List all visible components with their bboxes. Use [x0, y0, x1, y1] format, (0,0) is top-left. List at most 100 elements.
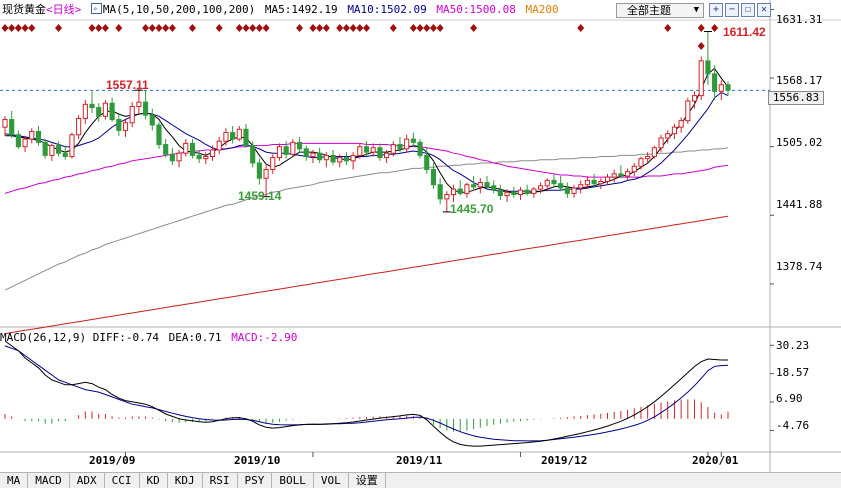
tab-ma[interactable]: MA	[0, 473, 29, 488]
event-marker-icon	[363, 24, 370, 32]
tab-adx[interactable]: ADX	[70, 473, 105, 488]
time-tick: 2019/11	[396, 454, 443, 467]
tab-boll[interactable]: BOLL	[272, 473, 314, 488]
candle-body	[337, 157, 343, 163]
zoom-out-button[interactable]: −	[725, 3, 739, 17]
macd-tick: -4.76	[776, 419, 810, 432]
candle-body	[116, 119, 122, 131]
candle-body	[705, 60, 711, 75]
candle-body	[645, 155, 651, 160]
price-tick: 1441.88	[776, 198, 823, 211]
candle-body	[537, 185, 544, 190]
tab-cci[interactable]: CCI	[105, 473, 140, 488]
event-marker-icon	[416, 24, 424, 32]
instrument-title[interactable]: 现货黄金	[2, 0, 46, 20]
candle-body	[236, 128, 242, 140]
event-marker-icon	[342, 24, 350, 32]
candle-body	[176, 152, 182, 162]
candle-body	[310, 152, 316, 157]
candle-body	[49, 145, 55, 156]
candle-body	[136, 101, 142, 107]
event-marker-icon	[349, 24, 357, 32]
indicator-settings-icon[interactable]: ✧	[90, 3, 102, 14]
candle-body	[189, 142, 196, 156]
event-marker-icon	[235, 24, 243, 32]
macd-label[interactable]: MACD(26,12,9)	[0, 331, 86, 344]
candle-body	[417, 141, 423, 156]
candle-body	[317, 152, 323, 161]
macd-dea-line	[4, 345, 729, 442]
candle-body	[571, 187, 577, 194]
candle-body	[209, 149, 216, 157]
candle-body	[163, 144, 169, 155]
event-marker-icon	[470, 24, 478, 32]
maximize-button[interactable]: ☐	[741, 3, 755, 17]
candle-body	[718, 84, 724, 92]
candle-body	[564, 187, 570, 194]
price-tick: 1378.74	[776, 260, 823, 273]
tab-kd[interactable]: KD	[140, 473, 168, 488]
candle-body	[263, 169, 269, 179]
ma200-value: MA200	[525, 3, 559, 16]
candle-body	[698, 60, 704, 97]
macd-dea: DEA:0.71	[168, 331, 222, 344]
candle-body	[276, 146, 283, 159]
candle-body	[625, 171, 631, 177]
tab-rsi[interactable]: RSI	[203, 473, 238, 488]
event-marker-icon	[429, 24, 437, 32]
event-marker-icon	[162, 24, 170, 32]
candle-body	[457, 188, 463, 194]
candle-body	[638, 158, 644, 167]
tab-psy[interactable]: PSY	[238, 473, 273, 488]
close-button[interactable]: ✕	[757, 3, 771, 17]
event-marker-icon	[697, 24, 705, 32]
ma100-line	[4, 147, 729, 291]
event-marker-icon	[21, 24, 29, 32]
event-marker-icon	[316, 24, 324, 32]
candle-body	[62, 152, 68, 157]
candle-body	[357, 146, 363, 156]
candle-body	[22, 138, 28, 148]
tab-kdj[interactable]: KDJ	[168, 473, 203, 488]
event-marker-icon	[711, 24, 719, 32]
candle-body	[76, 117, 82, 136]
candle-body	[384, 152, 390, 159]
macd-tick: 18.57	[776, 366, 810, 379]
event-marker-icon	[188, 24, 196, 32]
candle-body	[270, 157, 276, 171]
ma200-line	[4, 215, 729, 335]
candle-body	[102, 102, 108, 117]
candle-body	[69, 134, 75, 157]
candle-body	[578, 184, 584, 189]
candle-body	[598, 180, 604, 185]
candle-body	[330, 154, 336, 163]
current-price-label: 1556.83	[768, 91, 824, 105]
candle-body	[504, 191, 510, 197]
candle-body	[558, 183, 564, 189]
candle-body	[183, 142, 189, 154]
chevron-down-icon: ▼	[693, 5, 699, 15]
tab-vol[interactable]: VOL	[314, 473, 349, 488]
zoom-in-button[interactable]: +	[709, 3, 723, 17]
candle-body	[491, 185, 497, 191]
candle-body	[96, 107, 102, 117]
candle-body	[591, 179, 597, 185]
tab-macd[interactable]: MACD	[28, 473, 70, 488]
tab-settings[interactable]: 设置	[349, 473, 386, 488]
candle-body	[156, 124, 162, 146]
period-label[interactable]: <日线>	[46, 0, 81, 20]
candle-body	[524, 189, 530, 194]
candle-body	[290, 141, 296, 155]
candle-body	[604, 176, 611, 182]
candle-body	[397, 144, 403, 150]
theme-select-label: 全部主题	[627, 4, 671, 17]
ma-params[interactable]: MA(5,10,50,200,100,200)	[103, 0, 255, 20]
candle-body	[250, 145, 256, 164]
event-marker-icon	[215, 24, 223, 32]
candle-body	[370, 147, 376, 153]
chart-canvas[interactable]	[0, 0, 841, 488]
theme-select[interactable]: 全部主题 ▼	[616, 3, 704, 18]
event-marker-icon	[309, 24, 317, 32]
macd-diff-line	[4, 340, 728, 447]
event-marker-icon	[322, 24, 330, 32]
